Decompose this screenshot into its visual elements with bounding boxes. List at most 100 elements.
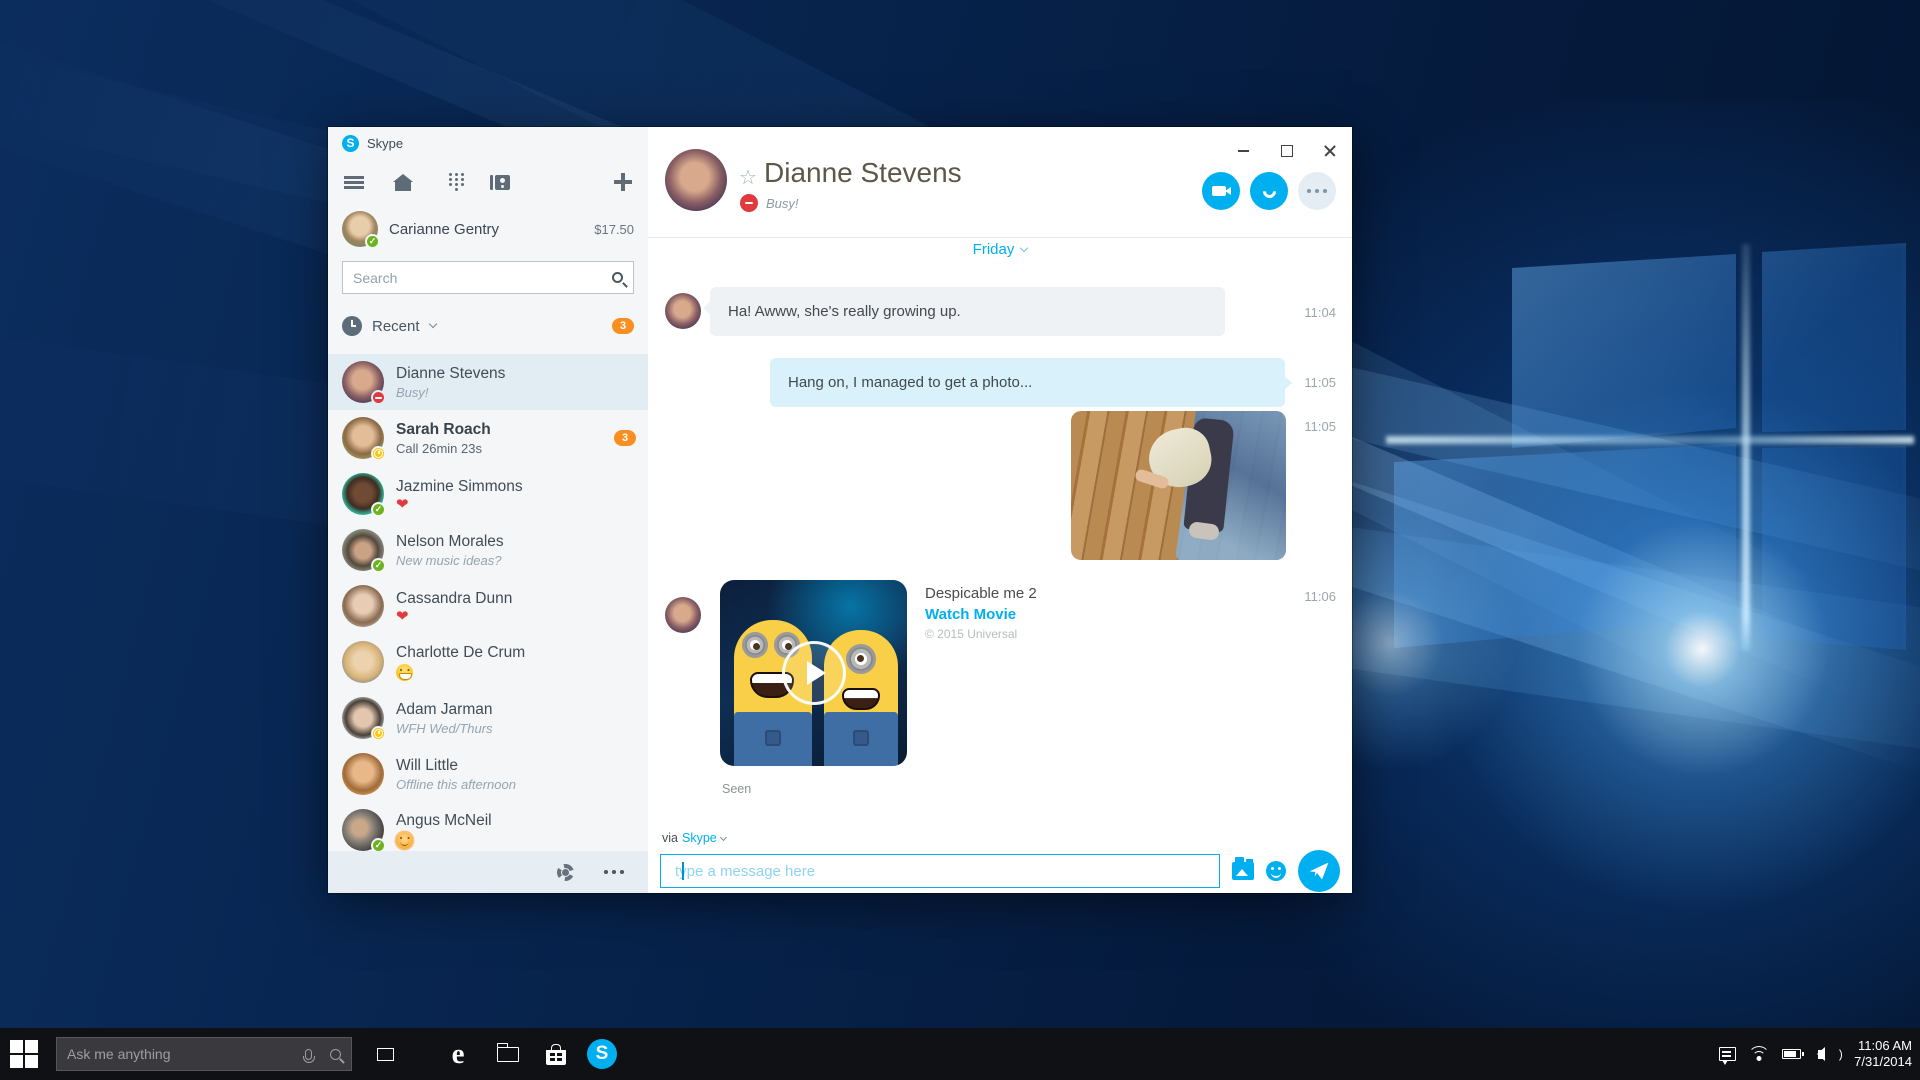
- grinning-face-emoji: [396, 663, 413, 681]
- contact-row-sarah-roach[interactable]: Sarah Roach Call 26min 23s 3: [328, 410, 648, 466]
- contact-row-cassandra-dunn[interactable]: Cassandra Dunn ❤: [328, 578, 648, 634]
- contacts-icon[interactable]: [490, 174, 510, 190]
- search-container: Search: [328, 253, 648, 304]
- taskbar-clock[interactable]: 11:06 AM 7/31/2014: [1854, 1028, 1912, 1080]
- voice-call-button[interactable]: [1250, 172, 1288, 210]
- search-icon[interactable]: [612, 272, 623, 283]
- menu-icon[interactable]: [344, 175, 364, 189]
- clock-date: 7/31/2014: [1854, 1054, 1912, 1069]
- sidebar: S Skype ✓ Carianne Gentry $17.50 Search: [328, 127, 648, 893]
- contact-row-adam-jarman[interactable]: Adam Jarman WFH Wed/Thurs: [328, 690, 648, 746]
- file-explorer-icon[interactable]: [488, 1028, 528, 1080]
- message-timestamp: 11:05: [1304, 419, 1336, 434]
- windows-hero-logo: [1380, 230, 1920, 670]
- more-options-icon[interactable]: [604, 870, 624, 874]
- add-contact-icon[interactable]: [614, 173, 632, 191]
- volume-icon[interactable]: [1806, 1028, 1842, 1080]
- dialpad-icon[interactable]: [449, 172, 452, 176]
- avatar: [342, 753, 384, 795]
- more-options-button[interactable]: [1298, 172, 1336, 210]
- contact-row-angus-mcneil[interactable]: ✓ Angus McNeil: [328, 802, 648, 851]
- via-label: via: [662, 831, 678, 845]
- edge-browser-icon[interactable]: e: [438, 1028, 478, 1080]
- windows-store-icon[interactable]: [536, 1028, 576, 1080]
- contact-mood: Offline this afternoon: [396, 776, 516, 792]
- recent-header[interactable]: Recent 3: [328, 304, 648, 348]
- chevron-down-icon: [428, 319, 437, 329]
- online-status-icon: ✓: [371, 502, 386, 517]
- avatar: [665, 293, 701, 329]
- contact-mood: New music ideas?: [396, 552, 502, 568]
- avatar: [665, 597, 701, 633]
- avatar: [342, 585, 384, 627]
- conversation-panel: ☆ Dianne Stevens Busy! Friday Ha! Awww, …: [648, 127, 1352, 893]
- incoming-message-bubble: Ha! Awww, she's really growing up.: [703, 287, 1225, 336]
- emoticon-icon[interactable]: [1266, 861, 1286, 881]
- conversation-header: ☆ Dianne Stevens Busy!: [648, 127, 1352, 238]
- skype-window: S Skype ✓ Carianne Gentry $17.50 Search: [328, 127, 1352, 893]
- contact-name: Jazmine Simmons: [396, 477, 523, 495]
- contact-mood: Busy!: [396, 384, 429, 400]
- contact-row-dianne-stevens[interactable]: Dianne Stevens Busy!: [328, 354, 648, 410]
- message-timestamp: 11:05: [1304, 375, 1336, 390]
- skype-taskbar-icon[interactable]: S: [582, 1028, 622, 1080]
- contact-row-jazmine-simmons[interactable]: ✓ Jazmine Simmons ❤: [328, 466, 648, 522]
- play-button-icon[interactable]: [781, 641, 846, 705]
- clock-time: 11:06 AM: [1858, 1038, 1912, 1053]
- search-input[interactable]: Search: [342, 261, 634, 294]
- logo-pane: [1512, 254, 1736, 448]
- start-button[interactable]: [10, 1040, 38, 1068]
- taskbar-search-placeholder: Ask me anything: [67, 1046, 171, 1062]
- taskbar-search-box[interactable]: Ask me anything: [56, 1037, 352, 1071]
- day-divider-label: Friday: [972, 241, 1015, 258]
- video-thumbnail[interactable]: [720, 580, 907, 766]
- shared-photo-thumbnail[interactable]: [1071, 411, 1286, 560]
- avatar: ✓: [342, 473, 386, 517]
- search-icon[interactable]: [330, 1048, 341, 1060]
- sidebar-toolbar: [328, 159, 648, 205]
- current-user-name: Carianne Gentry: [389, 220, 500, 238]
- watch-movie-link[interactable]: Watch Movie: [925, 606, 1037, 623]
- contact-name: Nelson Morales: [396, 532, 504, 550]
- message-composer: [660, 850, 1340, 892]
- away-status-icon: [371, 726, 386, 741]
- busy-status-icon: [371, 390, 386, 405]
- task-view-button[interactable]: [365, 1028, 405, 1080]
- current-user-row[interactable]: ✓ Carianne Gentry $17.50: [328, 205, 648, 253]
- via-service-dropdown[interactable]: via Skype: [662, 831, 727, 845]
- battery-icon[interactable]: [1776, 1028, 1806, 1080]
- logo-pane: [1762, 243, 1906, 432]
- paper-plane-icon: [1309, 862, 1329, 880]
- contact-name: Cassandra Dunn: [396, 589, 513, 607]
- send-media-icon[interactable]: [1232, 857, 1254, 880]
- contact-row-charlotte-de-crum[interactable]: Charlotte De Crum: [328, 634, 648, 690]
- unread-count-badge: 3: [614, 430, 636, 446]
- settings-gear-icon[interactable]: [557, 863, 574, 881]
- ellipsis-icon: [1307, 189, 1327, 193]
- red-heart-emoji: ❤: [396, 495, 409, 513]
- video-call-button[interactable]: [1202, 172, 1240, 210]
- contact-row-nelson-morales[interactable]: ✓ Nelson Morales New music ideas?: [328, 522, 648, 578]
- wifi-icon[interactable]: [1744, 1028, 1774, 1080]
- skype-logo-icon: S: [342, 134, 359, 152]
- home-icon[interactable]: [393, 173, 413, 191]
- contact-row-will-little[interactable]: Will Little Offline this afternoon: [328, 746, 648, 802]
- send-button[interactable]: [1298, 850, 1340, 892]
- skype-credit[interactable]: $17.50: [594, 222, 634, 237]
- action-center-icon[interactable]: [1712, 1028, 1742, 1080]
- day-divider-dropdown[interactable]: Friday: [648, 241, 1352, 258]
- conversation-contact-name: Dianne Stevens: [764, 157, 962, 188]
- red-heart-emoji: ❤: [396, 607, 409, 625]
- smiling-sun-emoji: [396, 831, 413, 849]
- message-timestamp: 11:06: [1304, 589, 1336, 604]
- chevron-down-icon: [1020, 243, 1029, 253]
- text-caret: [682, 862, 684, 880]
- avatar[interactable]: [665, 149, 727, 211]
- contact-name: Charlotte De Crum: [396, 643, 526, 661]
- avatar: [342, 417, 386, 461]
- message-input[interactable]: [660, 854, 1220, 888]
- contact-list: Dianne Stevens Busy! Sarah Roach Call 26…: [328, 354, 648, 851]
- contact-name: Angus McNeil: [396, 811, 492, 829]
- microphone-icon[interactable]: [303, 1048, 315, 1063]
- favorite-star-icon[interactable]: ☆: [739, 165, 757, 190]
